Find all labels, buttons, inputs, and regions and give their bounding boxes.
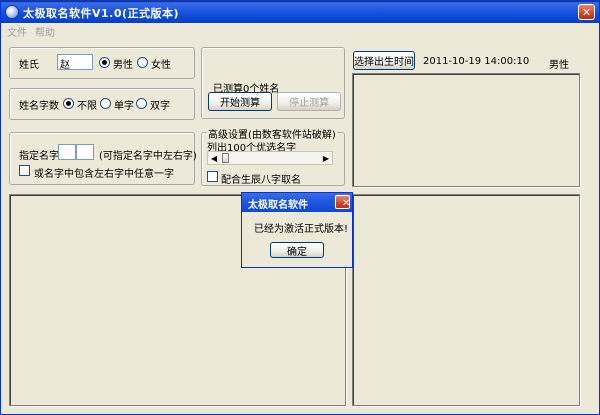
gender-female-radio[interactable] xyxy=(137,57,148,68)
slider-thumb[interactable] xyxy=(222,153,229,163)
close-icon: ✕ xyxy=(342,198,351,209)
main-window: 太极取名软件V1.0(正式版本) ✕ 文件 帮助 姓氏 赵 男性 女性 姓名字数… xyxy=(0,0,600,415)
dialog-title: 太极取名软件 xyxy=(248,200,308,211)
bazi-label: 配合生辰八字取名 xyxy=(221,175,301,186)
right-char-input[interactable] xyxy=(76,144,94,160)
close-button[interactable]: ✕ xyxy=(578,4,595,20)
select-birth-time-button[interactable]: 选择出生时间 xyxy=(353,51,415,70)
contains-any-label: 或名字中包含左右字中任意一字 xyxy=(34,169,174,180)
name-detail-panel xyxy=(352,194,580,406)
specify-hint: (可指定名字中左右字) xyxy=(99,151,197,162)
specify-name-label: 指定名字 xyxy=(19,151,59,162)
name-length-label: 姓名字数 xyxy=(19,101,59,112)
menu-file[interactable]: 文件 xyxy=(7,24,27,39)
start-measure-button[interactable]: 开始测算 xyxy=(208,92,272,111)
arrow-left-icon[interactable]: ◀ xyxy=(208,152,220,164)
window-title: 太极取名软件V1.0(正式版本) xyxy=(23,7,180,20)
gender-male-label: 男性 xyxy=(113,60,133,71)
surname-input[interactable]: 赵 xyxy=(57,54,93,71)
dialog-ok-button[interactable]: 确定 xyxy=(270,242,324,258)
length-single-label: 单字 xyxy=(114,101,134,112)
length-single-radio[interactable] xyxy=(100,98,111,109)
dialog-message: 已经为激活正式版本! xyxy=(254,224,349,235)
close-icon: ✕ xyxy=(581,5,592,19)
app-taiji-icon xyxy=(5,5,19,19)
surname-label: 姓氏 xyxy=(19,60,39,71)
contains-any-checkbox[interactable] xyxy=(19,165,30,176)
list-count-slider[interactable]: ◀ ▶ xyxy=(207,151,333,165)
menu-help[interactable]: 帮助 xyxy=(35,24,55,39)
length-double-radio[interactable] xyxy=(136,98,147,109)
length-double-label: 双字 xyxy=(150,101,170,112)
gender-male-radio[interactable] xyxy=(99,57,110,68)
left-char-input[interactable] xyxy=(58,144,76,160)
title-bar[interactable]: 太极取名软件V1.0(正式版本) ✕ xyxy=(1,1,599,23)
birth-datetime: 2011-10-19 14:00:10 xyxy=(423,56,530,67)
dialog-title-bar[interactable]: 太极取名软件 ✕ xyxy=(242,193,352,212)
length-any-radio[interactable] xyxy=(63,98,74,109)
menu-bar: 文件 帮助 xyxy=(1,23,599,39)
length-any-label: 不限 xyxy=(77,101,97,112)
bazi-checkbox[interactable] xyxy=(207,171,218,182)
birth-gender: 男性 xyxy=(549,60,569,71)
arrow-right-icon[interactable]: ▶ xyxy=(320,152,332,164)
stop-measure-button[interactable]: 停止测算 xyxy=(277,92,341,111)
gender-female-label: 女性 xyxy=(151,60,171,71)
bazi-info-panel xyxy=(352,73,580,187)
dialog-close-button[interactable]: ✕ xyxy=(335,195,350,209)
activation-dialog: 太极取名软件 ✕ 已经为激活正式版本! 确定 xyxy=(241,192,353,268)
